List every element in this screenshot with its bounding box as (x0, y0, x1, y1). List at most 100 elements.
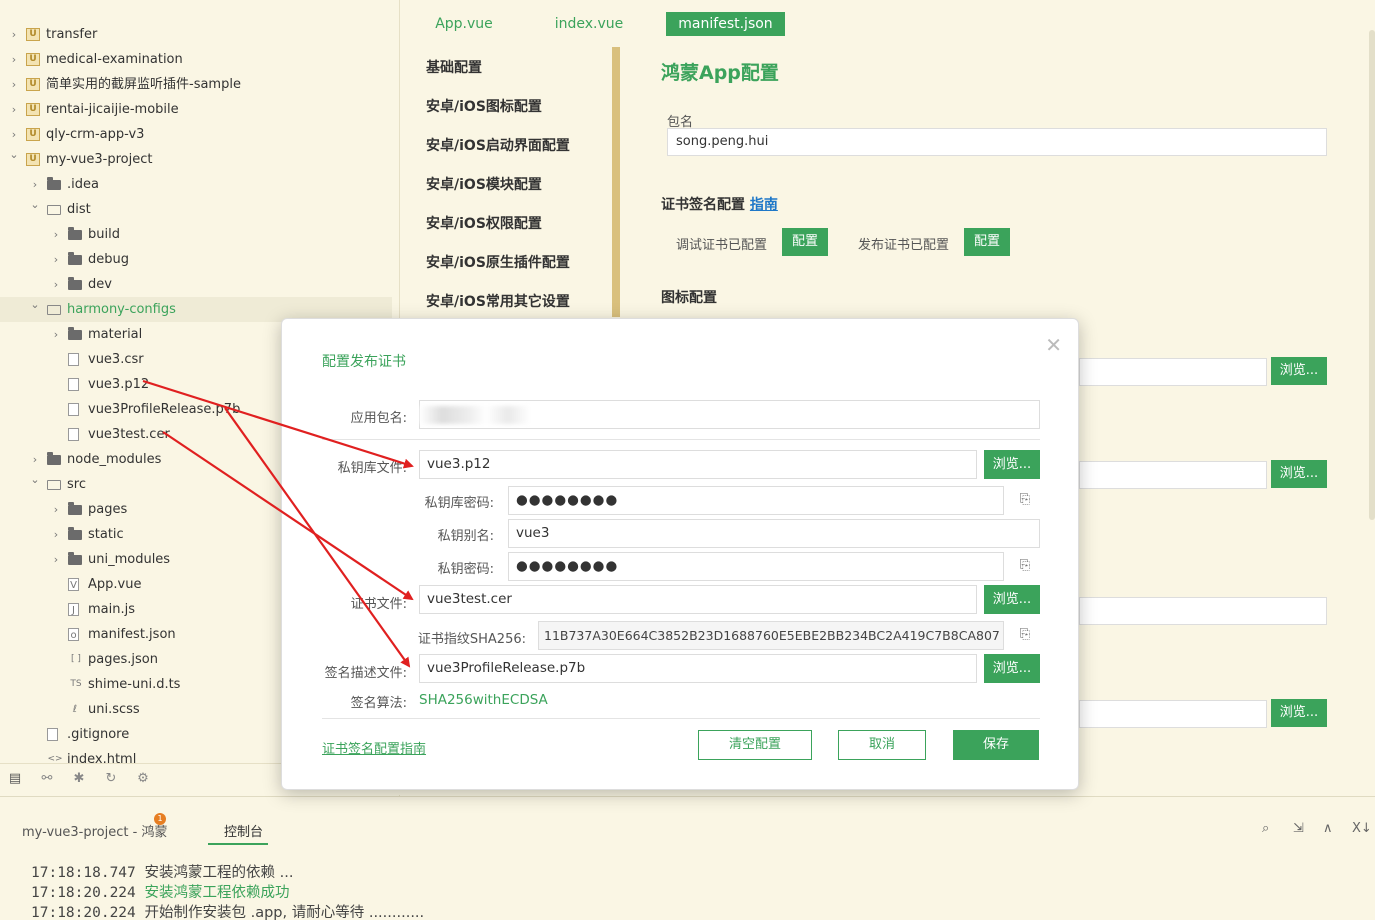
tree-item[interactable]: › Uqly-crm-app-v3 (0, 122, 392, 147)
profile-file-input[interactable]: vue3ProfileRelease.p7b (419, 654, 977, 683)
menu-module-config[interactable]: 安卓/iOS模块配置 (426, 174, 542, 194)
folder-icon (68, 252, 82, 265)
chevron-right-icon[interactable]: › (8, 72, 20, 97)
profile-browse-button[interactable]: 浏览... (984, 654, 1040, 683)
tree-item[interactable]: › Urentai-jicaijie-mobile (0, 97, 392, 122)
save-button[interactable]: 保存 (953, 730, 1039, 760)
tree-item-label: static (88, 527, 124, 542)
release-config-button[interactable]: 配置 (964, 228, 1010, 256)
menu-splash-config[interactable]: 安卓/iOS启动界面配置 (426, 135, 570, 155)
git-icon[interactable]: ↻ (102, 770, 120, 788)
tab-app-vue[interactable]: App.vue (427, 12, 501, 36)
editor-scrollbar[interactable] (1369, 30, 1375, 520)
cert-file-input[interactable]: vue3test.cer (419, 585, 977, 614)
js-file-icon: J (68, 603, 79, 616)
copy-icon[interactable]: ⎘ (1018, 628, 1032, 642)
folder-open-icon (47, 205, 61, 215)
debug-cert-status: 调试证书已配置 (676, 238, 768, 253)
cert-guide-link[interactable]: 指南 (750, 197, 778, 213)
keystore-file-input[interactable]: vue3.p12 (419, 450, 977, 479)
chevron-down-icon[interactable]: ⌄ (29, 197, 41, 222)
fingerprint-value: 11B737A30E664C3852B23D1688760E5EBE2BB234… (538, 621, 1004, 650)
tree-item[interactable]: › dev (0, 272, 392, 297)
tree-item[interactable]: › Utransfer (0, 22, 392, 47)
tree-item-label: qly-crm-app-v3 (46, 127, 145, 142)
fingerprint-label: 证书指纹SHA256: (417, 632, 526, 647)
tree-item[interactable]: › U 简单实用的截屏监听插件-sample (0, 72, 392, 97)
explorer-icon[interactable]: ▤ (6, 770, 24, 788)
cancel-button[interactable]: 取消 (838, 730, 926, 760)
cert-section-heading: 证书签名配置 指南 (661, 194, 778, 214)
chevron-down-icon[interactable]: ⌄ (29, 297, 41, 322)
close-icon[interactable]: ✕ (1045, 333, 1062, 357)
menu-basic-config[interactable]: 基础配置 (426, 57, 482, 77)
export-icon[interactable]: ⇲ (1293, 821, 1304, 836)
plugin-icon[interactable]: ⚙ (134, 770, 152, 788)
copy-icon[interactable]: ⎘ (1018, 559, 1032, 573)
chevron-right-icon[interactable]: › (50, 497, 62, 522)
binoculars-icon[interactable]: ⚯ (38, 770, 56, 788)
icon-path-input-4[interactable] (1079, 700, 1267, 728)
menu-other-settings[interactable]: 安卓/iOS常用其它设置 (426, 291, 570, 311)
tree-item[interactable]: › Umedical-examination (0, 47, 392, 72)
tab-index-vue[interactable]: index.vue (551, 12, 627, 36)
icon-path-input-1[interactable] (1079, 358, 1267, 386)
folder-icon (68, 327, 82, 340)
browse-button-4[interactable]: 浏览... (1271, 699, 1327, 727)
tab-console[interactable]: 控制台 (224, 821, 263, 840)
menu-icon-config[interactable]: 安卓/iOS图标配置 (426, 96, 542, 116)
menu-native-plugin-config[interactable]: 安卓/iOS原生插件配置 (426, 252, 570, 272)
app-package-input[interactable] (419, 400, 1040, 429)
icon-path-input-2[interactable] (1079, 461, 1267, 489)
tab-manifest-json[interactable]: manifest.json (666, 12, 785, 36)
tree-item[interactable]: › debug (0, 247, 392, 272)
key-alias-input[interactable]: vue3 (508, 519, 1040, 548)
file-icon (68, 403, 79, 416)
chevron-right-icon[interactable]: › (8, 122, 20, 147)
browse-button-2[interactable]: 浏览... (1271, 460, 1327, 488)
chevron-right-icon[interactable]: › (8, 97, 20, 122)
chevron-right-icon[interactable]: › (50, 322, 62, 347)
chevron-right-icon[interactable]: › (50, 547, 62, 572)
tree-item[interactable]: ⌄ Umy-vue3-project (0, 147, 392, 172)
keystore-label: 私钥库文件: (337, 461, 407, 476)
tree-item[interactable]: › build (0, 222, 392, 247)
tree-item[interactable]: › .idea (0, 172, 392, 197)
chevron-down-icon[interactable]: ⌄ (8, 147, 20, 172)
collapse-up-icon[interactable]: ∧ (1323, 821, 1333, 836)
keystore-browse-button[interactable]: 浏览... (984, 450, 1040, 479)
cert-guide-link[interactable]: 证书签名配置指南 (322, 738, 426, 757)
chevron-right-icon[interactable]: › (50, 247, 62, 272)
close-panel-icon[interactable]: X↓ (1352, 821, 1372, 836)
icon-path-input-3[interactable] (1079, 597, 1327, 625)
chevron-right-icon[interactable]: › (8, 47, 20, 72)
key-password-input[interactable]: ●●●●●●●● (508, 552, 1004, 581)
tree-item-label: material (88, 327, 143, 342)
browse-button-1[interactable]: 浏览... (1271, 357, 1327, 385)
tree-item-label: manifest.json (88, 627, 176, 642)
chevron-right-icon[interactable]: › (50, 272, 62, 297)
chevron-right-icon[interactable]: › (29, 447, 41, 472)
menu-permission-config[interactable]: 安卓/iOS权限配置 (426, 213, 542, 233)
debug-config-button[interactable]: 配置 (782, 228, 828, 256)
bug-icon[interactable]: ✱ (70, 770, 88, 788)
chevron-right-icon[interactable]: › (8, 22, 20, 47)
package-input[interactable]: song.peng.hui (667, 128, 1327, 156)
copy-icon[interactable]: ⎘ (1018, 493, 1032, 507)
folder-icon (47, 452, 61, 465)
tab-project-console[interactable]: my-vue3-project - 鸿蒙 (22, 821, 167, 840)
clear-config-button[interactable]: 清空配置 (698, 730, 812, 760)
cert-browse-button[interactable]: 浏览... (984, 585, 1040, 614)
chevron-down-icon[interactable]: ⌄ (29, 472, 41, 497)
divider (322, 439, 1040, 440)
chevron-right-icon[interactable]: › (29, 172, 41, 197)
keystore-password-input[interactable]: ●●●●●●●● (508, 486, 1004, 515)
tree-item[interactable]: ⌄ dist (0, 197, 392, 222)
chevron-right-icon[interactable]: › (50, 222, 62, 247)
search-log-icon[interactable]: ⌕ (1262, 821, 1269, 836)
log-line-1: 17:18:18.747 安装鸿蒙工程的依赖 ... (31, 861, 293, 882)
tree-item-label: uni.scss (88, 702, 140, 717)
tree-item-label: vue3.csr (88, 352, 144, 367)
profile-label: 签名描述文件: (324, 666, 407, 681)
chevron-right-icon[interactable]: › (50, 522, 62, 547)
